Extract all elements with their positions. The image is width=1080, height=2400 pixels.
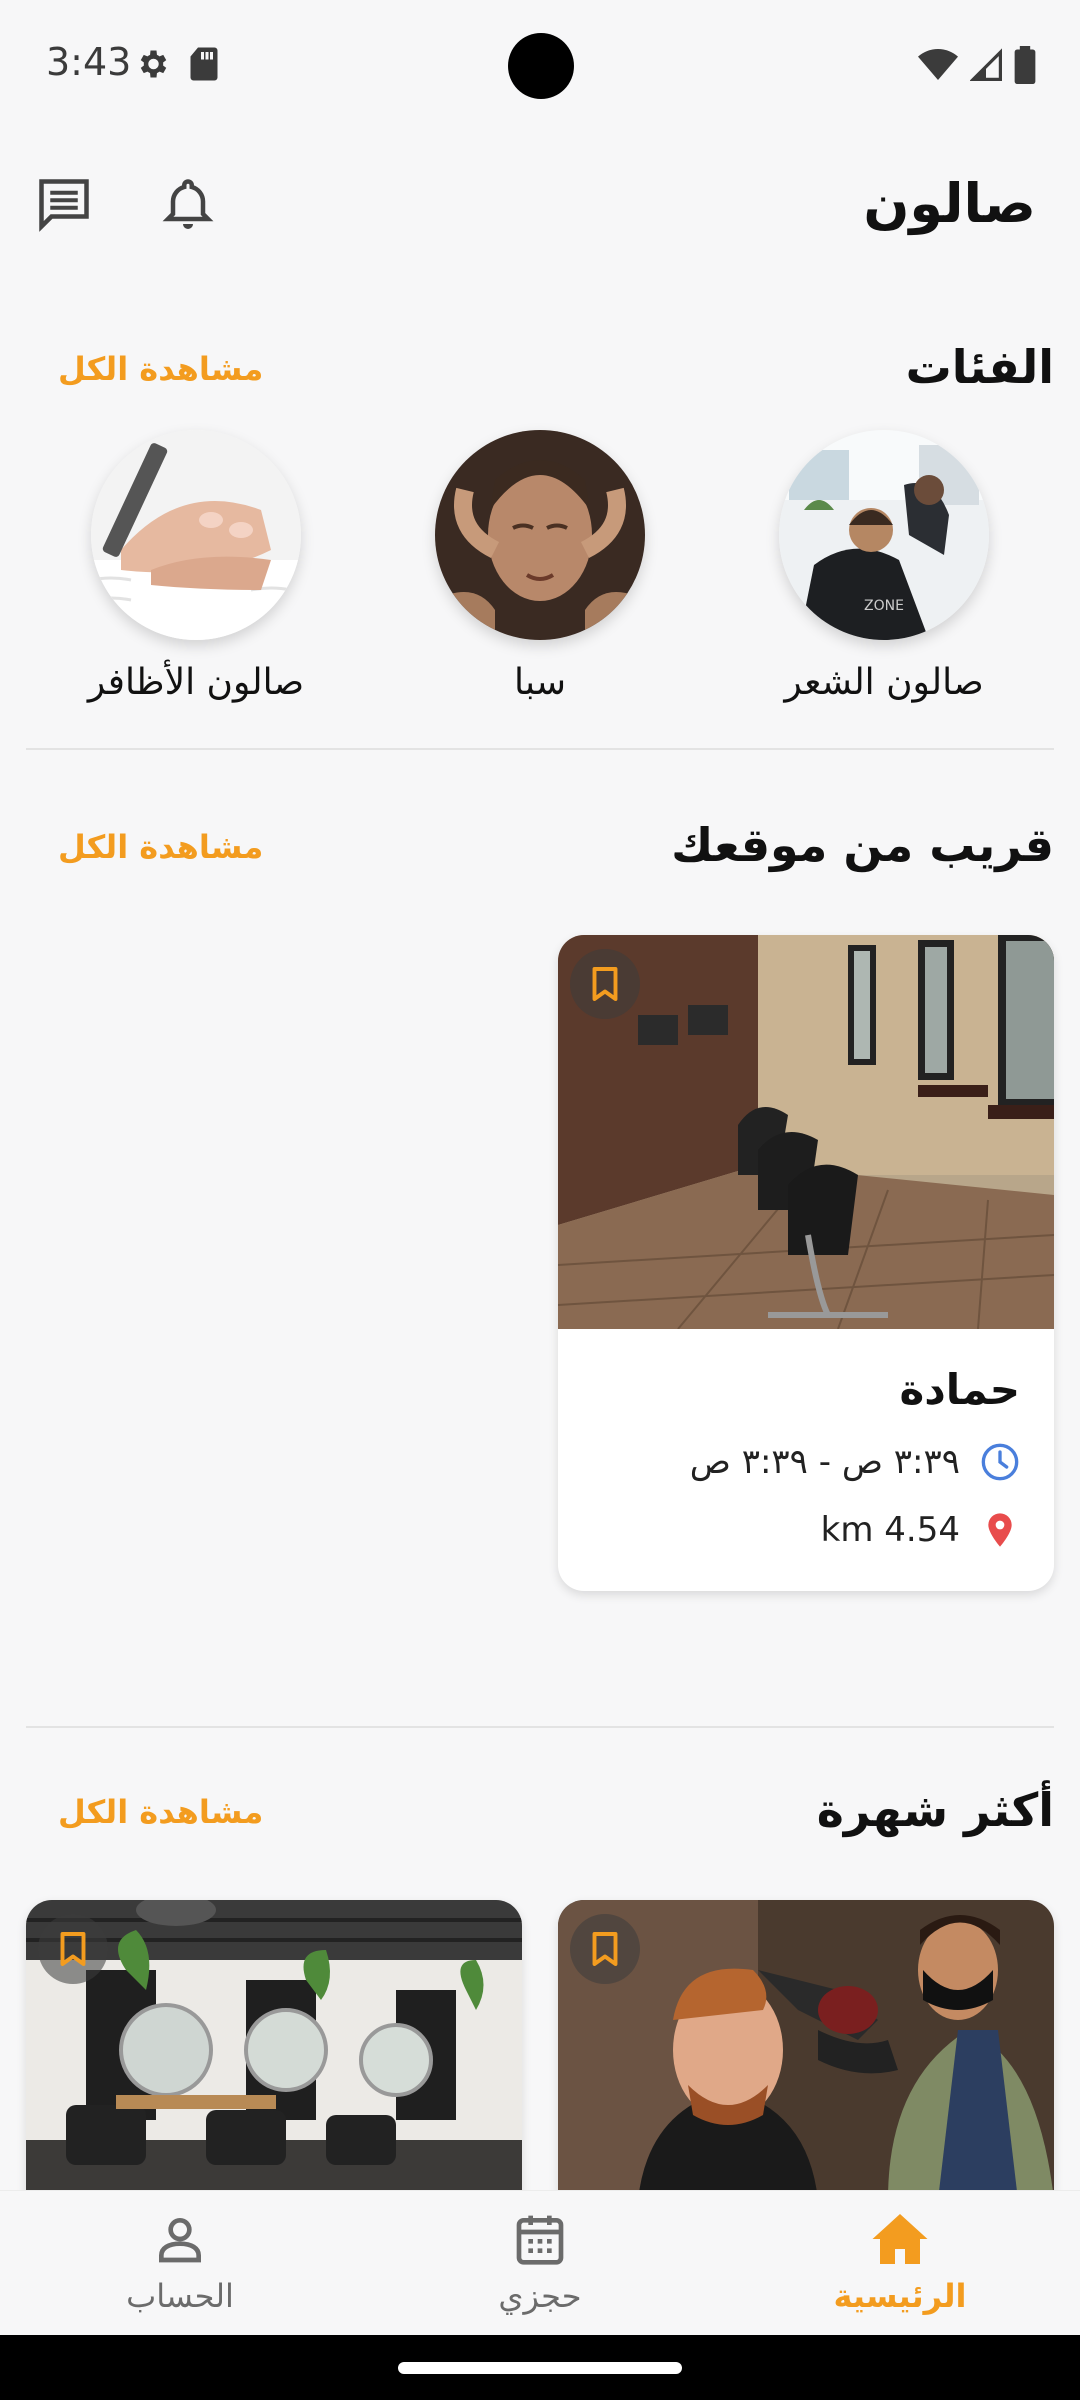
person-icon (159, 2218, 201, 2263)
salon-image (26, 1900, 522, 2200)
home-icon (872, 2214, 928, 2264)
nav-account[interactable]: الحساب (30, 2211, 330, 2315)
app-title: صالون (863, 172, 1036, 235)
see-all-link[interactable]: مشاهدة الكل (58, 828, 263, 866)
nearby-header: قريب من موقعك مشاهدة الكل (0, 818, 1080, 898)
home-gesture-handle[interactable] (398, 2362, 682, 2374)
section-divider (26, 748, 1054, 750)
salon-distance-row: km 4.54 (592, 1510, 1020, 1550)
gesture-bar (0, 2335, 1080, 2400)
salon-distance: km 4.54 (820, 1510, 960, 1550)
category-spa[interactable]: سبا (390, 430, 690, 703)
bookmark-button[interactable] (38, 1914, 108, 1984)
camera-cutout (508, 33, 574, 99)
signal-icon (970, 48, 1002, 81)
nav-label: الحساب (126, 2277, 234, 2315)
battery-icon (1014, 46, 1036, 84)
category-label: صالون الشعر (784, 662, 984, 703)
nav-bookings[interactable]: حجزي (390, 2211, 690, 2315)
bookmark-icon (592, 1932, 618, 1966)
nearby-salon-card[interactable]: حمادة ٣:٣٩ ص - ٣:٣٩ ص km 4.54 (558, 935, 1054, 1591)
popular-salon-card[interactable] (26, 1900, 522, 2200)
calendar-icon (516, 2215, 564, 2265)
bookmark-button[interactable] (570, 949, 640, 1019)
salon-image (558, 1900, 1054, 2200)
nav-home[interactable]: الرئيسية (750, 2211, 1050, 2315)
status-bar: 3:43 (0, 0, 1080, 130)
location-pin-icon (988, 1513, 1012, 1547)
popular-salon-card[interactable] (558, 1900, 1054, 2200)
sd-card-icon (190, 47, 218, 81)
section-title: قريب من موقعك (671, 818, 1054, 872)
category-image: ZONE (779, 430, 989, 640)
bottom-navigation: الرئيسية حجزي الحساب (0, 2190, 1080, 2336)
settings-icon (140, 50, 167, 78)
section-divider (26, 1726, 1054, 1728)
category-label: سبا (514, 662, 566, 703)
wifi-icon (918, 49, 958, 80)
categories-row: ZONE صالون الشعر سبا صالون الأظافر (0, 430, 1080, 720)
section-title: أكثر شهرة (816, 1783, 1054, 1837)
salon-name: حمادة (899, 1365, 1020, 1414)
see-all-link[interactable]: مشاهدة الكل (58, 350, 263, 388)
svg-text:ZONE: ZONE (864, 598, 904, 614)
bookmark-icon (592, 967, 618, 1001)
clock-icon (981, 1443, 1019, 1481)
salon-image (558, 935, 1054, 1330)
chat-icon[interactable] (34, 174, 94, 234)
bookmark-button[interactable] (570, 1914, 640, 1984)
category-nail-salon[interactable]: صالون الأظافر (46, 430, 346, 703)
bookmark-icon (60, 1932, 86, 1966)
category-label: صالون الأظافر (87, 662, 305, 703)
popular-header: أكثر شهرة مشاهدة الكل (0, 1783, 1080, 1863)
salon-hours-row: ٣:٣٩ ص - ٣:٣٩ ص (592, 1442, 1020, 1482)
bell-icon[interactable] (158, 174, 218, 234)
categories-header: الفئات مشاهدة الكل (0, 340, 1080, 420)
nav-label: الرئيسية (833, 2277, 967, 2315)
status-time: 3:43 (46, 40, 132, 84)
nav-label: حجزي (498, 2277, 582, 2315)
see-all-link[interactable]: مشاهدة الكل (58, 1793, 263, 1831)
salon-hours: ٣:٣٩ ص - ٣:٣٩ ص (689, 1442, 960, 1482)
category-image (91, 430, 301, 640)
section-title: الفئات (905, 340, 1054, 394)
category-image (435, 430, 645, 640)
category-hair-salon[interactable]: ZONE صالون الشعر (734, 430, 1034, 703)
app-header: صالون (0, 150, 1080, 270)
